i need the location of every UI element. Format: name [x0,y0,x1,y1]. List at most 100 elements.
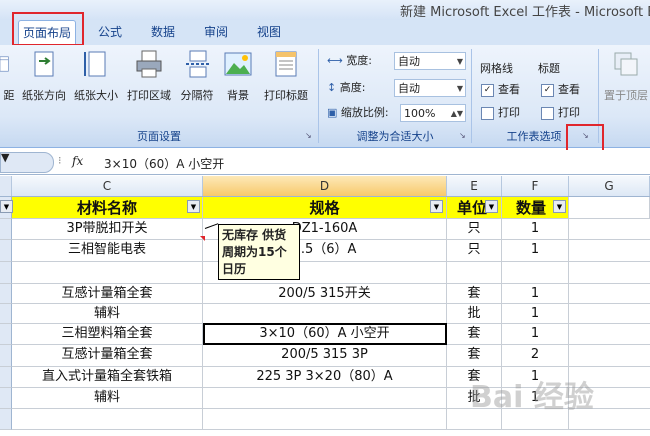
cell-d[interactable]: 225 3P 3×20（80）A [203,367,447,388]
print-area-button[interactable]: 打印区域 [123,49,175,111]
filter-dropdown-icon[interactable]: ▼ [430,200,443,213]
headings-view-checkbox[interactable]: ✓ 查看 [541,80,580,100]
cell-c[interactable]: 三相智能电表 [12,240,203,262]
cell-e[interactable]: 只 [447,219,502,240]
height-label: ↕ 高度: [327,81,366,94]
tab-view[interactable]: 视图 [251,20,287,44]
orientation-button[interactable]: 纸张方向 [19,49,69,111]
name-box[interactable]: ▼ [0,151,54,173]
checkbox-empty-icon [541,106,554,120]
page-setup-group-label: 页面设置 [137,130,181,143]
comment-indicator-icon [200,236,205,241]
header-spec[interactable]: 规格 [203,197,447,219]
formula-input[interactable]: 3×10（60）A 小空开 [104,155,224,172]
page-setup-launcher-icon[interactable]: ↘ [305,131,312,140]
cell-c[interactable]: 辅料 [12,388,203,409]
cell-c[interactable] [12,409,203,430]
cell-f[interactable]: 2 [502,345,569,367]
tab-data[interactable]: 数据 [145,20,181,44]
header-material-name[interactable]: 材料名称 [12,197,203,219]
paper-size-icon [84,51,106,77]
cell-g[interactable] [569,240,650,262]
column-header-e[interactable]: E [447,176,502,196]
row-number[interactable] [0,367,12,388]
cell-e[interactable]: 批 [447,304,502,324]
gridlines-print-checkbox[interactable]: 打印 [481,103,520,123]
row-number[interactable] [0,240,12,262]
margins-button[interactable]: 距 [0,49,18,111]
cell-g[interactable] [569,284,650,304]
height-select[interactable]: 自动 ▼ [394,79,466,97]
column-header-d[interactable]: D [203,176,447,196]
row-number[interactable] [0,262,12,284]
column-header-f[interactable]: F [502,176,569,196]
width-select[interactable]: 自动 ▼ [394,52,466,70]
insert-function-button[interactable]: fx [72,154,83,168]
cell-g[interactable] [569,324,650,345]
breaks-button[interactable]: 分隔符 [177,49,217,111]
row-number[interactable] [0,304,12,324]
filter-dropdown-icon[interactable]: ▼ [187,200,200,213]
bring-to-front-button[interactable]: 置于顶层 [602,49,650,111]
background-label: 背景 [227,89,249,102]
cell-c[interactable] [12,262,203,284]
cell-c[interactable]: 辅料 [12,304,203,324]
cell-g[interactable] [569,345,650,367]
print-titles-button[interactable]: 打印标题 [260,49,312,111]
cell-g[interactable] [569,262,650,284]
margins-label: 距 [3,89,15,102]
row-number[interactable] [0,219,12,240]
headings-print-checkbox[interactable]: 打印 [541,103,580,123]
cell-f[interactable]: 1 [502,219,569,240]
cell-comment[interactable]: 无库存 供货周期为15个日历 [218,224,300,280]
cell-c[interactable]: 直入式计量箱全套铁箱 [12,367,203,388]
gridlines-view-checkbox[interactable]: ✓ 查看 [481,80,520,100]
background-button[interactable]: 背景 [220,49,256,111]
table-row [0,262,650,284]
cell-c[interactable]: 3P带脱扣开关 [12,219,203,240]
scale-launcher-icon[interactable]: ↘ [459,131,466,140]
cell-d[interactable] [203,304,447,324]
row-number[interactable] [0,324,12,345]
cell-c[interactable]: 互感计量箱全套 [12,345,203,367]
cell-e[interactable] [447,262,502,284]
page-break-icon [186,50,210,78]
cell-f[interactable] [502,262,569,284]
cell-e[interactable]: 套 [447,284,502,304]
scale-label: ▣ 缩放比例: [327,106,389,119]
highlight-tab-box [12,12,84,46]
header-empty-g[interactable] [569,197,650,219]
tab-formulas[interactable]: 公式 [92,20,128,44]
row-number[interactable] [0,409,12,430]
cell-e[interactable]: 套 [447,345,502,367]
column-header-g[interactable]: G [569,176,650,196]
cell-f[interactable]: 1 [502,324,569,345]
cell-d[interactable]: 200/5 315开关 [203,284,447,304]
cell-g[interactable] [569,304,650,324]
headings-heading: 标题 [538,62,560,75]
cell-c[interactable]: 互感计量箱全套 [12,284,203,304]
column-header-c[interactable]: C [12,176,203,196]
cell-f[interactable]: 1 [502,284,569,304]
cell-d[interactable] [203,409,447,430]
filter-dropdown-icon[interactable]: ▼ [485,200,498,213]
scale-stepper[interactable]: 100% ▲▼ [400,104,466,122]
cell-f[interactable]: 1 [502,304,569,324]
row-number[interactable] [0,388,12,409]
name-box-dropdown-icon[interactable]: ▼ [1,151,9,164]
filter-dropdown-icon[interactable]: ▼ [0,200,13,213]
cell-e[interactable]: 只 [447,240,502,262]
cell-f[interactable]: 1 [502,240,569,262]
cell-c[interactable]: 三相塑料箱全套 [12,324,203,345]
row-number[interactable] [0,284,12,304]
select-all-corner[interactable] [0,176,12,196]
row-number[interactable] [0,345,12,367]
cell-d[interactable] [203,388,447,409]
cell-d[interactable]: 200/5 315 3P [203,345,447,367]
cell-e[interactable]: 套 [447,324,502,345]
cell-g[interactable] [569,219,650,240]
tab-review[interactable]: 审阅 [198,20,234,44]
formula-bar: ▼ ⁝ fx 3×10（60）A 小空开 [0,150,650,175]
size-button[interactable]: 纸张大小 [71,49,121,111]
filter-dropdown-icon[interactable]: ▼ [553,200,566,213]
